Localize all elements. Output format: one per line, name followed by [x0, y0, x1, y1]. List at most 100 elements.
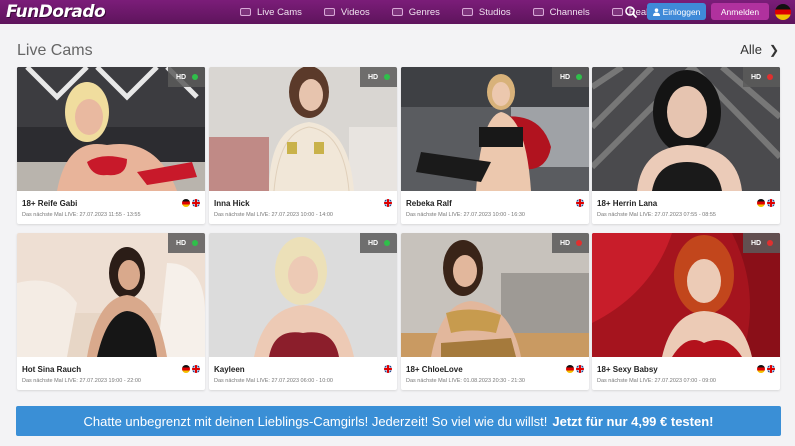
hd-label: HD: [751, 239, 762, 247]
hd-label: HD: [176, 73, 187, 81]
language-flags: [574, 199, 584, 207]
cam-name[interactable]: 18+ Sexy Babsy: [597, 365, 658, 374]
next-live-schedule: Das nächste Mal LIVE: 27.07.2023 07:00 -…: [597, 378, 716, 384]
language-flags: [564, 365, 584, 373]
de-flag-icon[interactable]: [775, 4, 791, 20]
cam-card[interactable]: HD Inna Hick Das nächste Mal LIVE: 27.07…: [209, 67, 397, 224]
next-live-schedule: Das nächste Mal LIVE: 27.07.2023 10:00 -…: [214, 212, 333, 218]
nav-item-studios[interactable]: Studios: [461, 6, 511, 18]
hd-badge: HD: [168, 67, 205, 87]
language-flags: [382, 199, 392, 207]
next-live-schedule: Das nächste Mal LIVE: 27.07.2023 19:00 -…: [22, 378, 141, 384]
search-icon[interactable]: [624, 5, 638, 19]
reality-icon: [611, 8, 623, 16]
gb-flag-icon: [192, 199, 200, 207]
cam-card[interactable]: HD Hot Sina Rauch Das nächste Mal LIVE: …: [17, 233, 205, 390]
gb-flag-icon: [576, 199, 584, 207]
language-flags: [180, 199, 200, 207]
cam-card[interactable]: HD 18+ ChloeLove Das nächste Mal LIVE: 0…: [401, 233, 589, 390]
gb-flag-icon: [192, 365, 200, 373]
nav-label: Studios: [478, 6, 511, 18]
nav-item-genres[interactable]: Genres: [391, 6, 440, 18]
de-flag-icon: [182, 365, 190, 373]
cam-name[interactable]: Kayleen: [214, 365, 245, 374]
nav-item-channels[interactable]: Channels: [532, 6, 590, 18]
register-label: Anmelden: [720, 6, 760, 17]
user-icon: [652, 7, 660, 16]
tv-icon: [532, 8, 544, 16]
chevron-right-icon: ❯: [768, 42, 779, 57]
online-status-dot: [576, 74, 582, 80]
cam-name[interactable]: Inna Hick: [214, 199, 250, 208]
nav-label: Channels: [549, 6, 590, 18]
cam-name[interactable]: 18+ Herrin Lana: [597, 199, 657, 208]
de-flag-icon: [182, 199, 190, 207]
show-all-link[interactable]: Alle ❯: [740, 42, 779, 57]
gb-flag-icon: [767, 199, 775, 207]
video-icon: [323, 8, 335, 16]
language-flags: [382, 365, 392, 373]
hd-badge: HD: [743, 67, 780, 87]
cam-name[interactable]: 18+ ChloeLove: [406, 365, 463, 374]
site-logo[interactable]: FunDorado: [6, 2, 106, 22]
hd-label: HD: [560, 73, 571, 81]
cam-card[interactable]: HD 18+ Reife Gabi Das nächste Mal LIVE: …: [17, 67, 205, 224]
gb-flag-icon: [576, 365, 584, 373]
offline-status-dot: [576, 240, 582, 246]
language-flags: [755, 199, 775, 207]
gb-flag-icon: [384, 199, 392, 207]
online-status-dot: [192, 74, 198, 80]
banner-text: Chatte unbegrenzt mit deinen Lieblings-C…: [83, 413, 548, 429]
cam-name[interactable]: 18+ Reife Gabi: [22, 199, 77, 208]
hd-badge: HD: [743, 233, 780, 253]
next-live-schedule: Das nächste Mal LIVE: 27.07.2023 06:00 -…: [214, 378, 333, 384]
gb-flag-icon: [384, 365, 392, 373]
hd-label: HD: [751, 73, 762, 81]
online-status-dot: [192, 240, 198, 246]
gb-flag-icon: [767, 365, 775, 373]
cam-name[interactable]: Hot Sina Rauch: [22, 365, 81, 374]
cam-card[interactable]: HD 18+ Sexy Babsy Das nächste Mal LIVE: …: [592, 233, 780, 390]
de-flag-icon: [757, 199, 765, 207]
next-live-schedule: Das nächste Mal LIVE: 27.07.2023 11:55 -…: [22, 212, 141, 218]
hd-badge: HD: [360, 67, 397, 87]
next-live-schedule: Das nächste Mal LIVE: 01.08.2023 20:30 -…: [406, 378, 525, 384]
language-flags: [755, 365, 775, 373]
de-flag-icon: [757, 365, 765, 373]
main-nav: Live Cams Videos Genres Studios Channels…: [240, 0, 680, 24]
next-live-schedule: Das nächste Mal LIVE: 27.07.2023 07:55 -…: [597, 212, 716, 218]
nav-item-videos[interactable]: Videos: [323, 6, 370, 18]
login-label: Einloggen: [662, 6, 701, 17]
cam-card[interactable]: HD Kayleen Das nächste Mal LIVE: 27.07.2…: [209, 233, 397, 390]
hd-label: HD: [176, 239, 187, 247]
nav-label: Live Cams: [257, 6, 302, 18]
show-all-label: Alle: [740, 42, 762, 57]
hd-label: HD: [368, 239, 379, 247]
hd-badge: HD: [552, 233, 589, 253]
nav-item-live-cams[interactable]: Live Cams: [240, 7, 302, 18]
hd-label: HD: [560, 239, 571, 247]
hd-badge: HD: [552, 67, 589, 87]
section-title: Live Cams: [17, 42, 93, 59]
offline-status-dot: [767, 74, 773, 80]
language-flags: [180, 365, 200, 373]
camera-icon: [240, 8, 251, 16]
cam-card[interactable]: HD Rebeka Ralf Das nächste Mal LIVE: 27.…: [401, 67, 589, 224]
monitor-icon: [461, 8, 473, 16]
online-status-dot: [384, 240, 390, 246]
cam-card[interactable]: HD 18+ Herrin Lana Das nächste Mal LIVE:…: [592, 67, 780, 224]
hd-label: HD: [368, 73, 379, 81]
offline-status-dot: [767, 240, 773, 246]
nav-label: Videos: [340, 6, 370, 18]
de-flag-icon: [566, 365, 574, 373]
register-button[interactable]: Anmelden: [711, 3, 769, 20]
image-icon: [391, 8, 403, 16]
promo-banner[interactable]: Chatte unbegrenzt mit deinen Lieblings-C…: [16, 406, 781, 436]
top-navigation-bar: FunDorado Live Cams Videos Genres Studio…: [0, 0, 795, 24]
hd-badge: HD: [168, 233, 205, 253]
login-button[interactable]: Einloggen: [647, 3, 706, 20]
cam-name[interactable]: Rebeka Ralf: [406, 199, 452, 208]
hd-badge: HD: [360, 233, 397, 253]
banner-cta[interactable]: Jetzt für nur 4,99 € testen!: [552, 414, 713, 429]
nav-label: Genres: [408, 6, 440, 18]
